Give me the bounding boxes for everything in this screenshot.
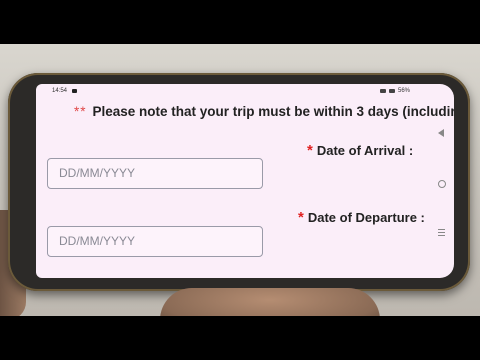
notice-text: Please note that your trip must be withi… bbox=[92, 104, 454, 119]
trip-notice: ** Please note that your trip must be wit… bbox=[74, 104, 454, 119]
departure-date-placeholder: DD/MM/YYYY bbox=[59, 234, 136, 248]
departure-date-input[interactable]: DD/MM/YYYY bbox=[47, 226, 263, 257]
required-asterisk: * bbox=[307, 142, 313, 159]
signal-icon bbox=[388, 89, 395, 93]
phone-screen: 14:54 56% ** Please note that your trip m… bbox=[36, 84, 454, 278]
status-time: 14:54 bbox=[52, 88, 68, 94]
notice-asterisks: ** bbox=[74, 104, 87, 119]
status-icons: 56% bbox=[379, 88, 410, 94]
back-icon[interactable] bbox=[438, 129, 444, 137]
recent-apps-icon[interactable] bbox=[438, 229, 445, 236]
status-bar: 14:54 56% bbox=[36, 84, 454, 98]
arrival-label-text: Date of Arrival : bbox=[316, 143, 414, 158]
arrival-date-input[interactable]: DD/MM/YYYY bbox=[47, 158, 263, 189]
arrival-label: * Date of Arrival : bbox=[307, 142, 413, 159]
navigation-bar bbox=[436, 124, 448, 244]
notification-icon bbox=[72, 89, 77, 93]
letterbox-top bbox=[0, 0, 480, 44]
departure-label-text: Date of Departure : bbox=[307, 210, 425, 225]
letterbox-bottom bbox=[0, 316, 480, 360]
departure-label: * Date of Departure : bbox=[298, 209, 425, 226]
home-icon[interactable] bbox=[438, 180, 446, 188]
battery-level: 56% bbox=[397, 88, 410, 94]
wifi-icon bbox=[379, 89, 386, 93]
required-asterisk: * bbox=[298, 209, 304, 226]
arrival-date-placeholder: DD/MM/YYYY bbox=[59, 166, 136, 180]
